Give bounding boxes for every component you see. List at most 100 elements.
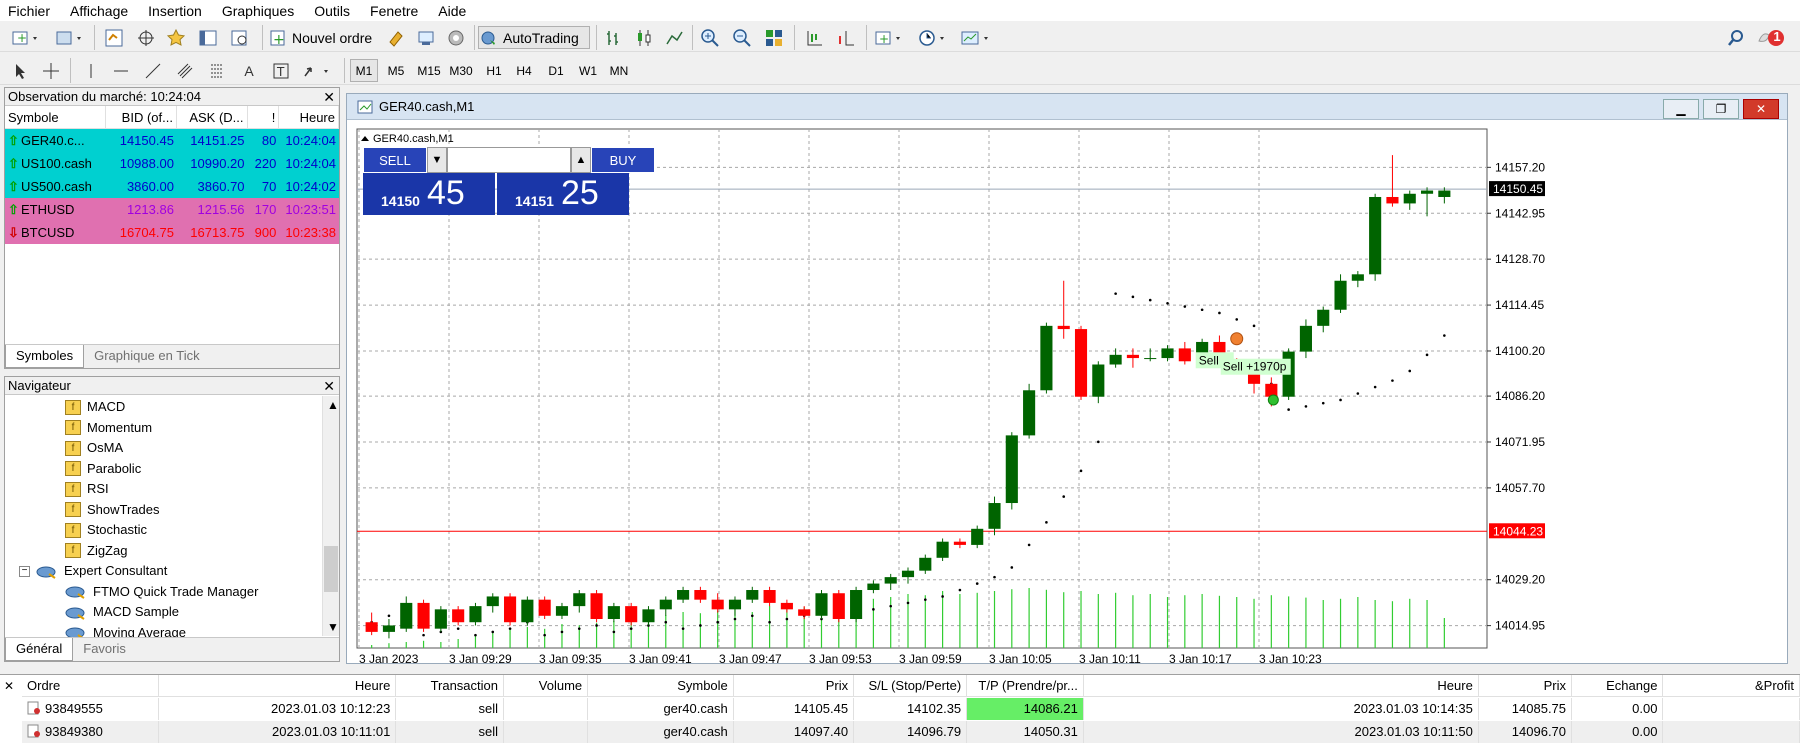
zoom-out-icon[interactable]	[730, 26, 754, 49]
menu-charts[interactable]: Graphiques	[222, 3, 294, 19]
sell-button[interactable]: SELL	[363, 147, 427, 173]
menu-view[interactable]: Affichage	[70, 3, 128, 19]
volume-decrease-button[interactable]: ▼	[427, 147, 447, 173]
timeframe-h1[interactable]: H1	[480, 59, 508, 82]
search-icon[interactable]	[1724, 26, 1748, 49]
templates-button[interactable]	[958, 26, 994, 49]
list-item[interactable]: ⇧ US500.cash 3860.00 3860.70 70 10:24:02	[5, 175, 339, 198]
sell-price-box[interactable]: 14150 45	[363, 173, 495, 215]
scroll-up-icon[interactable]: ▲	[327, 398, 339, 412]
column-header[interactable]: Volume	[504, 675, 589, 696]
text-label-icon[interactable]: T	[270, 59, 292, 82]
column-header[interactable]: Prix	[734, 675, 855, 696]
chart-shift-icon[interactable]	[834, 26, 858, 49]
close-icon[interactable]: ✕	[323, 88, 335, 106]
bar-chart-icon[interactable]	[602, 26, 626, 49]
timeframe-m5[interactable]: M5	[382, 59, 410, 82]
signals-icon[interactable]	[444, 26, 468, 49]
tab-symbols[interactable]: Symboles	[5, 345, 85, 368]
new-order-button[interactable]: + Nouvel ordre	[268, 26, 378, 49]
list-item[interactable]: f RSI	[5, 479, 321, 500]
cursor-icon[interactable]	[10, 59, 32, 82]
minimize-button[interactable]: ▁	[1663, 99, 1699, 119]
maximize-button[interactable]: ❐	[1703, 99, 1739, 119]
navigator-scrollbar[interactable]: ▲ ▼	[322, 396, 339, 636]
col-ask[interactable]: ASK (D...	[177, 106, 248, 128]
volume-increase-button[interactable]: ▲	[571, 147, 591, 173]
timeframe-m15[interactable]: M15	[414, 59, 444, 82]
buy-price-box[interactable]: 14151 25	[497, 173, 629, 215]
candlestick-icon[interactable]	[632, 26, 656, 49]
column-header[interactable]: Echange	[1572, 675, 1664, 696]
timeframe-w1[interactable]: W1	[574, 59, 602, 82]
list-item[interactable]: f Stochastic	[5, 520, 321, 541]
options-icon[interactable]	[414, 26, 438, 49]
terminal-icon[interactable]	[196, 26, 220, 49]
column-header[interactable]: Ordre	[22, 675, 159, 696]
list-item[interactable]: ⇧ US100.cash 10988.00 10990.20 220 10:24:04	[5, 152, 339, 175]
line-chart-icon[interactable]	[662, 26, 686, 49]
collapse-icon[interactable]: −	[19, 565, 30, 577]
strategy-tester-icon[interactable]	[228, 26, 252, 49]
data-window-icon[interactable]	[134, 26, 158, 49]
list-item[interactable]: f Momentum	[5, 418, 321, 439]
column-header[interactable]: S/L (Stop/Perte)	[854, 675, 968, 696]
tab-tick-chart[interactable]: Graphique en Tick	[84, 345, 210, 368]
scroll-thumb[interactable]	[324, 546, 338, 592]
volume-input[interactable]	[447, 147, 571, 173]
navigator-icon[interactable]	[164, 26, 188, 49]
menu-help[interactable]: Aide	[438, 3, 466, 19]
close-icon[interactable]: ✕	[323, 377, 335, 395]
table-row[interactable]: 93849380 2023.01.03 10:11:01 sell ger40.cas…	[22, 721, 1800, 743]
zoom-in-icon[interactable]	[698, 26, 722, 49]
periods-button[interactable]	[916, 26, 952, 49]
arrows-button[interactable]	[300, 59, 336, 82]
timeframe-h4[interactable]: H4	[510, 59, 538, 82]
column-header[interactable]: Heure	[1084, 675, 1479, 696]
indicators-button[interactable]: +	[872, 26, 908, 49]
fibonacci-icon[interactable]	[206, 59, 228, 82]
vertical-line-icon[interactable]	[80, 59, 102, 82]
close-icon[interactable]: ✕	[4, 679, 14, 693]
col-symbol[interactable]: Symbole	[5, 106, 107, 128]
text-icon[interactable]: A	[238, 59, 260, 82]
tile-windows-icon[interactable]	[762, 26, 786, 49]
menu-tools[interactable]: Outils	[314, 3, 350, 19]
table-row[interactable]: 93849555 2023.01.03 10:12:23 sell ger40.cas…	[22, 698, 1800, 720]
column-header[interactable]: Prix	[1479, 675, 1573, 696]
menu-file[interactable]: Fichier	[8, 3, 50, 19]
auto-scroll-icon[interactable]	[802, 26, 826, 49]
metaeditor-icon[interactable]	[384, 26, 408, 49]
expert-group[interactable]: − Expert Consultant	[5, 561, 321, 582]
timeframe-d1[interactable]: D1	[542, 59, 570, 82]
channel-icon[interactable]	[174, 59, 196, 82]
column-header[interactable]: Symbole	[588, 675, 734, 696]
market-watch-icon[interactable]	[102, 26, 126, 49]
trendline-icon[interactable]	[142, 59, 164, 82]
col-time[interactable]: Heure	[279, 106, 339, 128]
scroll-down-icon[interactable]: ▼	[327, 620, 339, 634]
close-window-button[interactable]: ✕	[1743, 99, 1779, 119]
timeframe-m30[interactable]: M30	[446, 59, 476, 82]
horizontal-line-icon[interactable]	[110, 59, 132, 82]
profiles-button[interactable]	[52, 26, 88, 49]
column-header[interactable]: Transaction	[396, 675, 504, 696]
list-item[interactable]: f ShowTrades	[5, 500, 321, 521]
buy-button[interactable]: BUY	[591, 147, 655, 173]
timeframe-m1[interactable]: M1	[350, 59, 378, 82]
column-header[interactable]: T/P (Prendre/pr...	[967, 675, 1084, 696]
list-item[interactable]: f ZigZag	[5, 541, 321, 562]
list-item[interactable]: FTMO Quick Trade Manager	[5, 582, 321, 603]
list-item[interactable]: ⇩ BTCUSD 16704.75 16713.75 900 10:23:38	[5, 221, 339, 244]
list-item[interactable]: ⇧ GER40.c... 14150.45 14151.25 80 10:24:04	[5, 129, 339, 152]
menu-insert[interactable]: Insertion	[148, 3, 202, 19]
notifications-icon[interactable]: 1	[1756, 26, 1786, 49]
column-header[interactable]: &Profit	[1663, 675, 1800, 696]
list-item[interactable]: MACD Sample	[5, 602, 321, 623]
list-item[interactable]: f Parabolic	[5, 459, 321, 480]
autotrading-button[interactable]: AutoTrading	[478, 26, 590, 49]
crosshair-icon[interactable]	[40, 59, 62, 82]
new-chart-button[interactable]: +	[8, 26, 44, 49]
col-spread[interactable]: !	[248, 106, 280, 128]
menu-window[interactable]: Fenetre	[370, 3, 418, 19]
